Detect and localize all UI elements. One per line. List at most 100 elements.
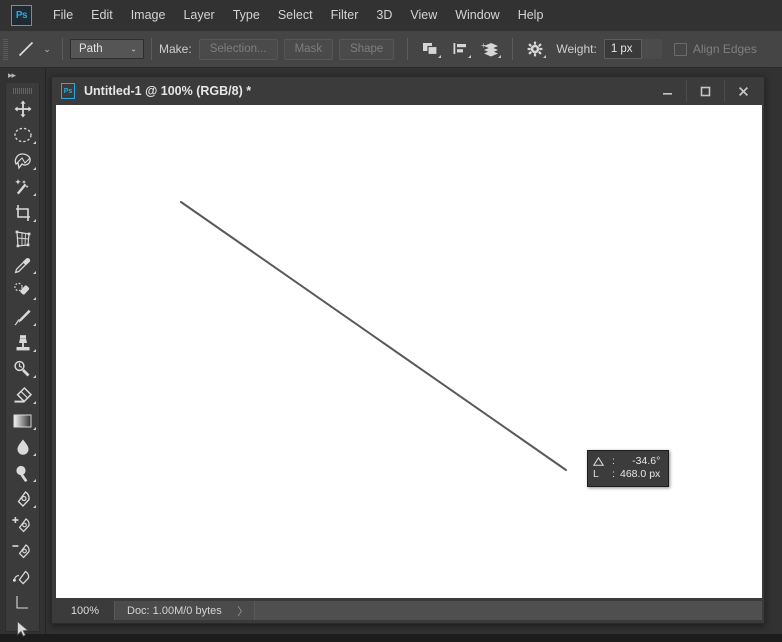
document-window: Ps Untitled-1 @ 100% (RGB/8) *: -34.6° …: [51, 76, 765, 624]
divider: [151, 38, 152, 60]
submenu-triangle-icon: [33, 141, 36, 144]
align-edges-label: Align Edges: [692, 42, 757, 56]
gear-icon[interactable]: [522, 37, 548, 61]
weight-input[interactable]: 1 px: [603, 39, 642, 59]
tools-panel-collapse-icon[interactable]: ▸▸: [0, 68, 45, 83]
path-alignment-icon[interactable]: [447, 37, 473, 61]
window-controls: [649, 80, 762, 102]
submenu-triangle-icon: [33, 427, 36, 430]
angle-row: : -34.6°: [593, 455, 660, 468]
add-anchor-point-tool[interactable]: [6, 512, 39, 538]
move-tool[interactable]: [6, 96, 39, 122]
menu-item-window[interactable]: Window: [446, 0, 508, 31]
angle-separator: :: [612, 455, 615, 467]
canvas[interactable]: : -34.6° L : 468.0 px: [56, 105, 762, 598]
maximize-icon[interactable]: [686, 80, 724, 102]
perspective-crop-tool[interactable]: [6, 226, 39, 252]
lasso-tool[interactable]: [6, 148, 39, 174]
status-bar: 100% Doc: 1.00M/0 bytes 〉: [56, 601, 762, 620]
clone-stamp-tool[interactable]: [6, 330, 39, 356]
submenu-triangle-icon: [543, 55, 547, 58]
history-brush-tool[interactable]: [6, 356, 39, 382]
dodge-tool[interactable]: [6, 460, 39, 486]
make-label: Make:: [159, 42, 192, 56]
length-value: 468.0 px: [620, 468, 661, 480]
submenu-triangle-icon: [33, 219, 36, 222]
eyedropper-tool[interactable]: [6, 252, 39, 278]
menu-item-3d[interactable]: 3D: [367, 0, 401, 31]
elliptical-marquee-tool[interactable]: [6, 122, 39, 148]
status-bar-filler: [254, 601, 762, 620]
submenu-triangle-icon: [468, 55, 472, 58]
submenu-triangle-icon: [498, 55, 502, 58]
length-row: L : 468.0 px: [593, 468, 660, 481]
tool-options-bar: ⌄ Path ⌄ Make: Selection... Mask Shape +…: [0, 31, 782, 68]
submenu-triangle-icon: [33, 297, 36, 300]
options-bar-grip[interactable]: [3, 38, 8, 60]
brush-tool[interactable]: [6, 304, 39, 330]
blur-tool[interactable]: [6, 434, 39, 460]
submenu-triangle-icon: [33, 453, 36, 456]
canvas-drawing-layer: [180, 201, 567, 471]
menu-bar: Ps File Edit Image Layer Type Select Fil…: [0, 0, 782, 31]
close-icon[interactable]: [724, 80, 762, 102]
tools-panel-grip[interactable]: [6, 85, 39, 96]
angle-icon: [593, 457, 612, 466]
submenu-triangle-icon: [33, 193, 36, 196]
align-edges-checkbox[interactable]: [673, 42, 687, 56]
menu-item-select[interactable]: Select: [269, 0, 322, 31]
menu-item-edit[interactable]: Edit: [82, 0, 122, 31]
spot-healing-brush-tool[interactable]: [6, 278, 39, 304]
divider: [407, 38, 409, 60]
crop-tool[interactable]: [6, 200, 39, 226]
delete-anchor-point-tool[interactable]: [6, 538, 39, 564]
status-expand-icon[interactable]: 〉: [231, 601, 255, 620]
chevron-down-icon: ⌄: [130, 44, 137, 54]
measurement-tooltip: : -34.6° L : 468.0 px: [587, 450, 670, 487]
length-separator: :: [612, 468, 615, 480]
minimize-icon[interactable]: [649, 80, 686, 102]
menu-item-layer[interactable]: Layer: [174, 0, 223, 31]
weight-stepper[interactable]: [641, 39, 662, 59]
convert-point-tool[interactable]: [6, 564, 39, 590]
submenu-triangle-icon: [33, 323, 36, 326]
menu-item-type[interactable]: Type: [224, 0, 269, 31]
menu-item-help[interactable]: Help: [509, 0, 553, 31]
tools-panel-body: [5, 83, 40, 637]
make-selection-button[interactable]: Selection...: [198, 38, 278, 60]
document-info: Doc: 1.00M/0 bytes: [115, 601, 232, 620]
submenu-triangle-icon: [33, 167, 36, 170]
tool-mode-select[interactable]: Path ⌄: [70, 39, 144, 59]
path-selection-tool[interactable]: [6, 616, 39, 642]
menu-item-view[interactable]: View: [401, 0, 446, 31]
submenu-triangle-icon: [33, 349, 36, 352]
weight-label: Weight:: [556, 42, 597, 56]
path-operations-icon[interactable]: [417, 37, 443, 61]
submenu-triangle-icon: [33, 375, 36, 378]
document-title-bar[interactable]: Ps Untitled-1 @ 100% (RGB/8) *: [52, 77, 764, 105]
submenu-triangle-icon: [33, 505, 36, 508]
menu-item-file[interactable]: File: [44, 0, 82, 31]
submenu-triangle-icon: [33, 271, 36, 274]
tool-mode-value: Path: [79, 43, 103, 55]
tools-panel: ▸▸: [0, 68, 46, 637]
photoshop-logo-icon: Ps: [11, 5, 32, 26]
magic-wand-tool[interactable]: [6, 174, 39, 200]
photoshop-app-window: Ps File Edit Image Layer Type Select Fil…: [0, 0, 782, 637]
submenu-triangle-icon: [438, 55, 442, 58]
gradient-tool[interactable]: [6, 408, 39, 434]
pen-tool[interactable]: [6, 486, 39, 512]
make-mask-button[interactable]: Mask: [283, 38, 334, 60]
line-tool[interactable]: [6, 590, 39, 616]
document-title: Untitled-1 @ 100% (RGB/8) *: [84, 84, 252, 98]
menu-item-image[interactable]: Image: [122, 0, 175, 31]
path-arrangement-icon[interactable]: +: [477, 37, 503, 61]
eraser-tool[interactable]: [6, 382, 39, 408]
menu-item-filter[interactable]: Filter: [322, 0, 368, 31]
line-tool-icon[interactable]: [13, 36, 39, 62]
submenu-triangle-icon: [33, 479, 36, 482]
make-shape-button[interactable]: Shape: [339, 38, 395, 60]
tool-preset-chevron-down-icon[interactable]: ⌄: [39, 36, 55, 62]
zoom-level[interactable]: 100%: [56, 601, 115, 620]
divider: [512, 38, 514, 60]
